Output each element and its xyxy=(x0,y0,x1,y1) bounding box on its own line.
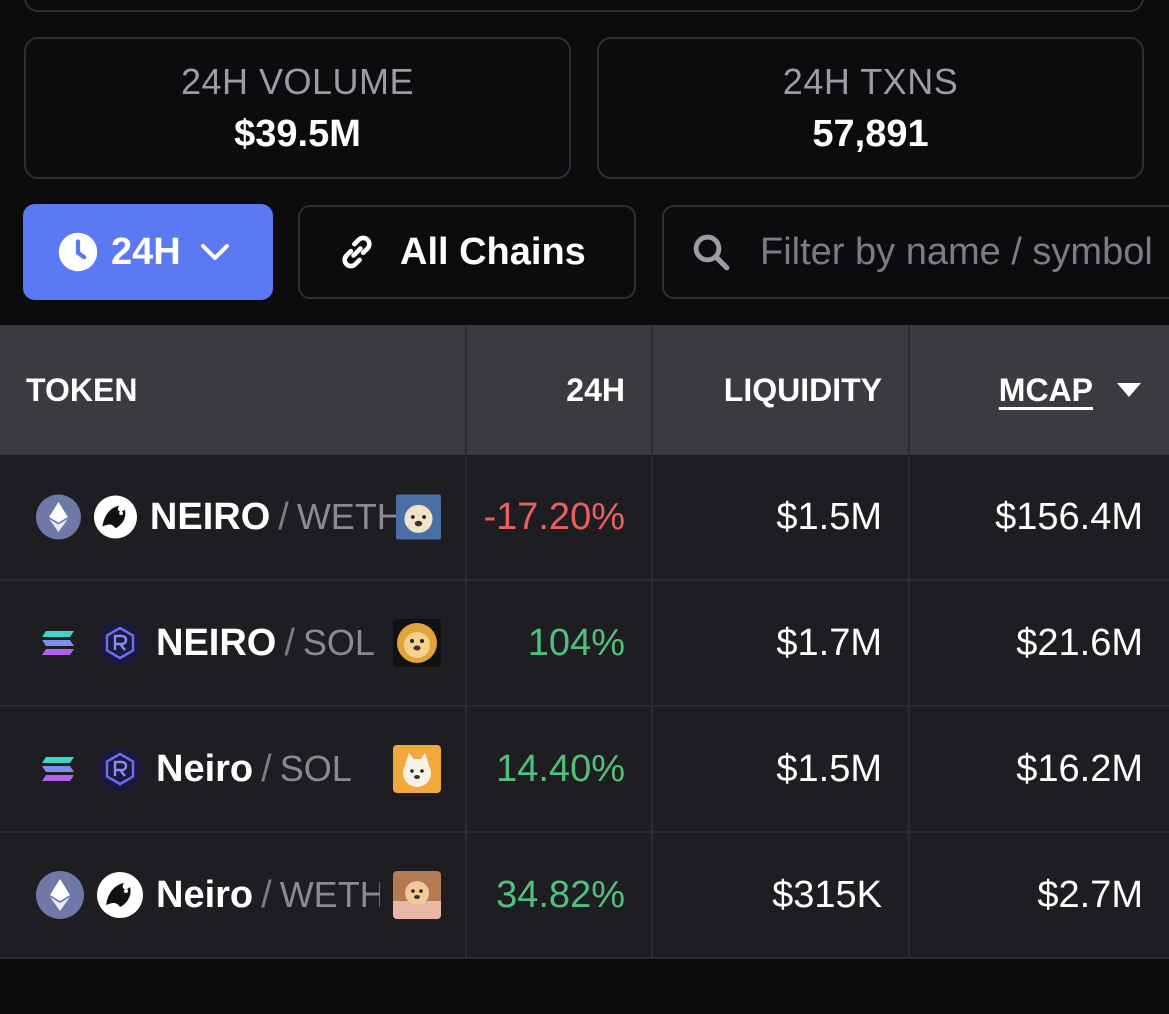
change-cell: 34.82% xyxy=(467,833,653,957)
liquidity-cell: $1.7M xyxy=(653,581,910,705)
token-avatar-icon xyxy=(393,745,441,793)
table-row[interactable]: Neiro / WETH 34.82% $315K $2.7M xyxy=(0,833,1169,959)
quote-symbol: SOL xyxy=(279,748,352,789)
pair-slash: / xyxy=(261,747,272,790)
txns-label: 24H TXNS xyxy=(782,60,959,102)
ethereum-icon xyxy=(36,871,84,919)
top-card xyxy=(24,0,1144,12)
token-symbol: NEIRO xyxy=(156,621,277,664)
header-mcap-label: MCAP xyxy=(998,371,1093,408)
uniswap-icon xyxy=(93,495,137,539)
change-cell: 104% xyxy=(467,581,653,705)
token-avatar-icon xyxy=(393,619,441,667)
quote-symbol: SOL xyxy=(302,622,375,663)
token-avatar-icon xyxy=(393,871,441,919)
token-cell: Neiro / SOL xyxy=(0,707,467,831)
header-token-label: TOKEN xyxy=(26,371,138,408)
pair-slash: / xyxy=(284,621,295,664)
raydium-icon xyxy=(97,746,143,792)
header-liquidity-label: LIQUIDITY xyxy=(723,371,882,408)
search-input[interactable] xyxy=(760,230,1169,274)
volume-label: 24H VOLUME xyxy=(180,60,415,102)
mcap-cell: $2.7M xyxy=(1037,873,1143,916)
chains-filter-button[interactable]: All Chains xyxy=(298,205,636,299)
solana-icon xyxy=(42,757,74,781)
mcap-cell: $156.4M xyxy=(995,495,1143,538)
table-row[interactable]: NEIRO / SOL 104% $1.7M $21.6M xyxy=(0,581,1169,707)
table-row[interactable]: Neiro / SOL 14.40% $1.5M $16.2M xyxy=(0,707,1169,833)
volume-card: 24H VOLUME $39.5M xyxy=(24,37,571,179)
token-symbol: NEIRO xyxy=(149,495,271,538)
sort-down-icon xyxy=(1117,383,1141,397)
quote-symbol: WETH xyxy=(296,496,397,537)
txns-value: 57,891 xyxy=(812,112,929,155)
txns-card: 24H TXNS 57,891 xyxy=(597,37,1144,179)
mcap-cell: $21.6M xyxy=(1016,621,1143,664)
link-icon xyxy=(342,235,372,269)
token-symbol: Neiro xyxy=(156,747,254,790)
header-mcap[interactable]: MCAP xyxy=(910,325,1169,455)
token-symbol: Neiro xyxy=(156,873,254,916)
time-filter-label: 24H xyxy=(111,230,181,273)
change-cell: 14.40% xyxy=(467,707,653,831)
token-avatar-icon xyxy=(396,494,442,540)
token-cell: NEIRO / WETH xyxy=(0,455,467,579)
change-cell: -17.20% xyxy=(467,455,653,579)
liquidity-cell: $1.5M xyxy=(653,707,910,831)
token-cell: Neiro / WETH xyxy=(0,833,467,957)
token-cell: NEIRO / SOL xyxy=(0,581,467,705)
time-filter-button[interactable]: 24H xyxy=(23,204,273,300)
liquidity-cell: $315K xyxy=(653,833,910,957)
liquidity-cell: $1.5M xyxy=(653,455,910,579)
volume-value: $39.5M xyxy=(234,112,361,155)
quote-symbol: WETH xyxy=(279,874,380,915)
solana-icon xyxy=(42,631,74,655)
mcap-cell: $16.2M xyxy=(1016,747,1143,790)
header-24h[interactable]: 24H xyxy=(467,325,653,455)
bottom-area xyxy=(0,959,1169,1014)
table-row[interactable]: NEIRO / WETH -17.20% $1.5M $156.4M xyxy=(0,455,1169,581)
header-token[interactable]: TOKEN xyxy=(0,325,467,455)
chains-filter-label: All Chains xyxy=(400,230,586,273)
search-icon xyxy=(693,234,730,271)
pair-slash: / xyxy=(278,495,289,538)
pairs-table: TOKEN 24H LIQUIDITY MCAP NEIRO / WETH -1… xyxy=(0,325,1169,959)
raydium-icon xyxy=(97,620,143,666)
header-liquidity[interactable]: LIQUIDITY xyxy=(653,325,910,455)
chevron-down-icon xyxy=(200,244,229,260)
table-header: TOKEN 24H LIQUIDITY MCAP xyxy=(0,325,1169,455)
pair-slash: / xyxy=(261,873,272,916)
uniswap-icon xyxy=(97,872,143,918)
screener-page: 24H VOLUME $39.5M 24H TXNS 57,891 24H Al… xyxy=(0,0,1169,1014)
search-box[interactable] xyxy=(662,205,1169,299)
clock-icon xyxy=(58,232,98,272)
header-24h-label: 24H xyxy=(566,371,625,408)
ethereum-icon xyxy=(36,494,81,540)
